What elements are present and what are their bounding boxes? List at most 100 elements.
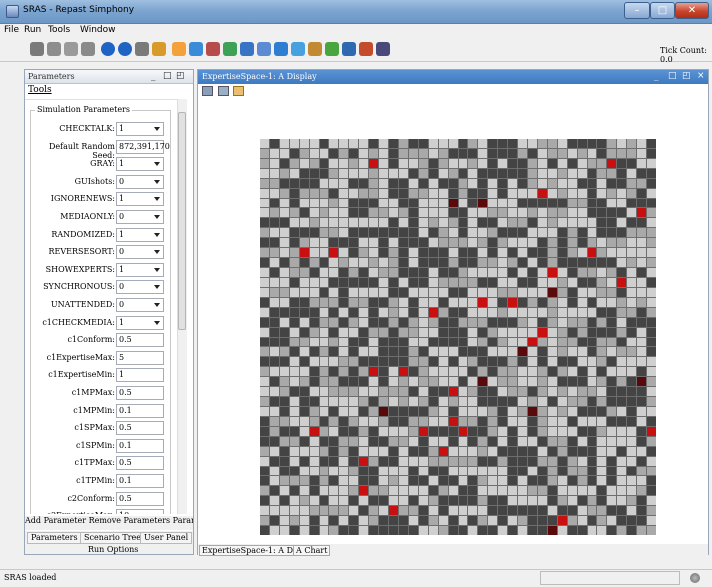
stop-icon[interactable] [81,42,95,56]
refresh-icon[interactable] [218,86,229,96]
parameters-scroll-thumb[interactable] [178,112,186,330]
grid-cell [438,466,448,476]
grid-cell [269,436,279,446]
agent-grid[interactable] [260,139,656,535]
tab-parameters[interactable]: Parameters [27,532,82,544]
parameter-input[interactable]: 872,391,170 [116,139,170,154]
parameter-input[interactable]: 0.5 [116,386,164,400]
chevron-down-icon[interactable] [154,162,160,167]
close-button[interactable]: ✕ [675,2,709,19]
parameter-input[interactable]: 0.5 [116,333,164,348]
grid-cell [329,238,339,248]
menu-file[interactable]: File [4,25,19,35]
grid-cell [518,228,527,238]
chevron-down-icon[interactable] [154,179,160,184]
table-icon[interactable] [342,42,356,56]
grid-save-icon[interactable] [47,42,61,56]
parameter-dropdown[interactable]: 1 [116,157,164,172]
grid-cell [329,347,339,357]
tools-icon[interactable] [206,42,220,56]
map-icon[interactable] [325,42,339,56]
chevron-down-icon[interactable] [154,303,160,307]
display-minimize-button[interactable]: _ [654,71,659,81]
grid-cell [617,238,627,248]
parameter-input[interactable]: 0.1 [116,474,164,488]
tab-a-chart[interactable]: A Chart [293,545,331,556]
person-icon[interactable] [308,42,322,56]
parameter-dropdown[interactable]: 1 [116,315,164,330]
grid-cell [260,248,269,258]
parameter-dropdown[interactable]: 1 [116,227,164,242]
grid-cell [379,198,389,208]
grid-cell [587,248,597,258]
home-icon[interactable] [233,86,244,96]
grid-cell [567,476,577,486]
parameter-dropdown[interactable]: 0 [116,245,164,260]
chevron-down-icon[interactable] [154,285,160,290]
film-icon[interactable] [376,42,390,56]
parameter-input[interactable]: 1 [116,368,164,383]
parameter-dropdown[interactable]: 0 [116,210,164,224]
grid-cell [607,416,617,426]
tab-scenario-tree[interactable]: Scenario Tree [80,532,145,544]
parameters-restore-button[interactable]: □ [163,71,172,81]
parameters-minimize-button[interactable]: _ [151,71,156,81]
parameter-input[interactable]: 10 [116,509,164,514]
grid-cell [508,248,518,258]
parameter-input[interactable]: 0.5 [116,421,164,436]
parameter-dropdown[interactable]: 1 [116,192,164,207]
chevron-down-icon[interactable] [154,250,160,255]
parameters-tools-menu[interactable]: Tools [28,85,52,95]
parameter-input[interactable]: 5 [116,350,164,365]
menu-tools[interactable]: Tools [48,25,70,35]
chevron-down-icon[interactable] [154,267,160,272]
chevron-down-icon[interactable] [154,232,160,237]
grid-cell [577,208,587,218]
grid-cell [468,426,478,436]
pause-icon[interactable] [135,42,149,56]
parameters-float-button[interactable]: ◰ [176,71,185,81]
init-icon[interactable] [152,42,166,56]
parameter-dropdown[interactable]: 1 [116,122,164,136]
database-icon[interactable] [240,42,254,56]
tab-run-options[interactable]: Run Options [88,545,138,554]
parameter-dropdown[interactable]: 0 [116,298,164,312]
parameter-input[interactable]: 0.1 [116,403,164,418]
graph-icon[interactable] [257,42,271,56]
display-float-button[interactable]: ◰ [682,71,691,81]
parameter-dropdown[interactable]: 0 [116,280,164,295]
grid-cell [518,416,527,426]
display-close-button[interactable]: × [697,71,705,81]
parameter-dropdown[interactable]: 1 [116,262,164,277]
camera-icon[interactable] [202,86,213,96]
chevron-down-icon[interactable] [154,215,160,219]
grid-cell [349,208,359,218]
menu-run[interactable]: Run [24,25,41,35]
bars-icon[interactable] [189,42,203,56]
play-icon[interactable] [101,42,115,56]
layers-icon[interactable] [223,42,237,56]
parameter-input[interactable]: 0.5 [116,456,164,471]
save-icon[interactable] [30,42,44,56]
grid-cell [269,248,279,258]
chevron-down-icon[interactable] [154,197,160,202]
export-icon[interactable] [359,42,373,56]
chevron-down-icon[interactable] [154,320,160,325]
refresh-icon[interactable] [291,42,305,56]
parameter-input[interactable]: 0.1 [116,438,164,453]
tab-user-panel[interactable]: User Panel [140,532,193,544]
maximize-button[interactable]: □ [650,2,675,19]
grid-cell [438,168,448,178]
display-restore-button[interactable]: □ [668,71,677,81]
parameter-input[interactable]: 0.5 [116,491,164,506]
monitor-icon[interactable] [274,42,288,56]
chevron-down-icon[interactable] [154,127,160,131]
chart-icon[interactable] [172,42,186,56]
disk-icon[interactable] [64,42,78,56]
step-icon[interactable] [118,42,132,56]
parameter-actions[interactable]: Add Parameter Remove Parameters Paramete… [25,516,193,530]
minimize-button[interactable]: – [624,2,650,19]
grid-cell [607,496,617,506]
menu-window[interactable]: Window [80,25,116,35]
parameter-dropdown[interactable]: 0 [116,174,164,189]
